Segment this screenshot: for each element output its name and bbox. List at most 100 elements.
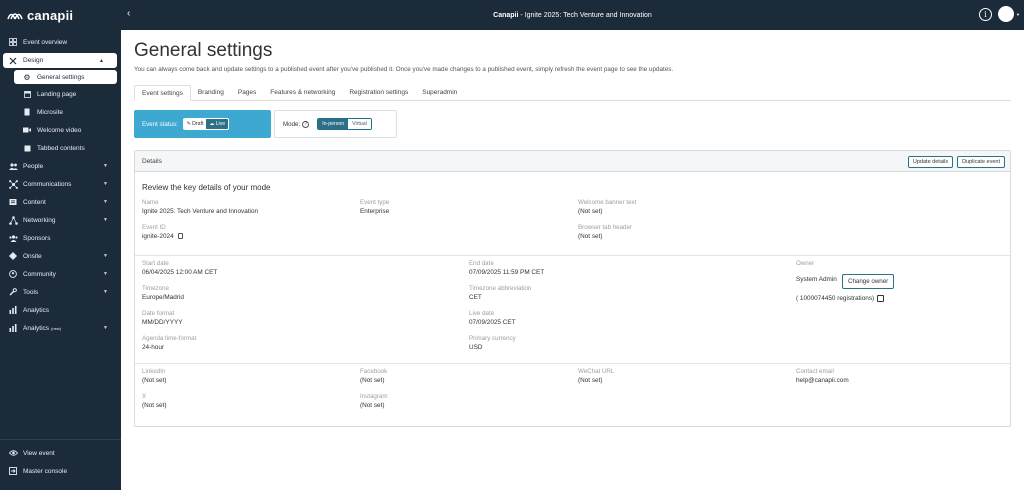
sidebar-item-event-overview[interactable]: Event overview [0, 33, 121, 51]
linkedin-label: LinkedIn [142, 368, 166, 375]
contact-email-field: Contact email help@canapii.com [796, 368, 849, 384]
sidebar-item-label: Tabbed contents [37, 144, 85, 152]
sidebar-item-label: Tools [23, 288, 39, 296]
sidebar-item-analytics[interactable]: Analytics [0, 301, 121, 319]
avatar[interactable] [998, 6, 1014, 22]
duplicate-event-button[interactable]: Duplicate event [957, 156, 1005, 168]
event-id-field: Event ID ignite-2024 [142, 224, 183, 240]
page-title: General settings [134, 40, 273, 61]
wechat-field: WeChat URL (Not set) [578, 368, 614, 384]
chevron-down-icon: ▼ [103, 271, 108, 277]
tab-event-settings[interactable]: Event settings [134, 85, 191, 101]
event-name: Ignite 2025: Tech Venture and Innovation [524, 11, 652, 19]
date-format-value: MM/DD/YYYY [142, 319, 183, 326]
sidebar-item-label: Microsite [37, 108, 64, 116]
view-event-link[interactable]: View event [0, 444, 121, 462]
wechat-value: (Not set) [578, 377, 603, 384]
chevron-down-icon: ▼ [103, 163, 108, 169]
eye-icon [8, 448, 18, 458]
page-intro: You can always come back and update sett… [134, 66, 674, 73]
sidebar-item-networking[interactable]: Networking ▼ [0, 211, 121, 229]
tab-registration-settings[interactable]: Registration settings [342, 85, 415, 100]
sidebar-item-label: General settings [37, 73, 85, 81]
name-label: Name [142, 199, 159, 206]
copy-icon[interactable] [177, 233, 183, 240]
sidebar-item-general-settings[interactable]: ⚙ General settings [14, 70, 117, 84]
start-date-value: 06/04/2025 12:00 AM CET [142, 269, 218, 276]
video-icon [22, 125, 32, 135]
live-date-label: Live date [469, 310, 495, 317]
sidebar-item-content[interactable]: Content ▼ [0, 193, 121, 211]
tab-superadmin[interactable]: Superadmin [415, 85, 464, 100]
registrations-count: ( 1000074450 registrations) [796, 295, 875, 303]
welcome-banner-label: Welcome banner text [578, 199, 637, 206]
brand-name: canapii [27, 7, 74, 23]
sidebar-item-people[interactable]: People ▼ [0, 157, 121, 175]
app-name: Canapii [493, 11, 519, 19]
details-title: Details [142, 157, 162, 165]
sidebar-item-tabbed-contents[interactable]: Tabbed contents [0, 139, 121, 157]
sidebar-nav: Event overview Design ▲ ⚙ General settin… [0, 33, 121, 337]
event-status-label: Event status: [142, 120, 178, 128]
sidebar-item-communications[interactable]: Communications ▼ [0, 175, 121, 193]
info-icon[interactable]: i [979, 8, 992, 21]
chevron-down-icon: ▼ [103, 199, 108, 205]
event-type-value: Enterprise [360, 208, 390, 215]
gear-icon: ⚙ [23, 72, 31, 82]
tab-pages[interactable]: Pages [231, 85, 263, 100]
in-person-option[interactable]: In-person [318, 119, 349, 129]
document-icon [22, 107, 32, 117]
network-icon [8, 179, 18, 189]
facebook-label: Facebook [360, 368, 388, 375]
sidebar-item-landing-page[interactable]: Landing page [0, 85, 121, 103]
chevron-down-icon[interactable]: ▼ [1016, 12, 1020, 17]
event-status-toggle: ✎ Draft ☁ Live [182, 118, 230, 130]
live-option[interactable]: ☁ Live [206, 119, 229, 129]
master-console-link[interactable]: Master console [0, 462, 121, 480]
date-format-field: Date format MM/DD/YYYY [142, 310, 182, 326]
name-field: Name Ignite 2025: Tech Venture and Innov… [142, 199, 258, 215]
change-owner-button[interactable]: Change owner [842, 274, 895, 289]
chevron-down-icon: ▼ [103, 253, 108, 259]
live-label: Live [215, 121, 226, 127]
x-field: X (Not set) [142, 393, 167, 409]
sidebar-item-community[interactable]: Community ▼ [0, 265, 121, 283]
brand-logo[interactable]: canapii [0, 0, 121, 30]
help-icon[interactable]: ? [302, 120, 310, 128]
edit-icon[interactable] [877, 295, 885, 302]
registrations-field: ( 1000074450 registrations) [796, 295, 885, 303]
update-details-button[interactable]: Update details [907, 156, 954, 168]
sidebar-item-sponsors[interactable]: Sponsors [0, 229, 121, 247]
sidebar-item-label: Networking [23, 216, 56, 224]
draft-option[interactable]: ✎ Draft [183, 119, 207, 129]
sidebar-item-microsite[interactable]: Microsite [0, 103, 121, 121]
design-icon [8, 56, 18, 66]
start-date-label: Start date [142, 260, 169, 267]
view-event-label: View event [23, 449, 55, 457]
timezone-abbrev-label: Timezone abbreviation [469, 285, 532, 292]
sidebar-item-analytics-new[interactable]: Analytics (new) ▼ [0, 319, 121, 337]
contact-email-label: Contact email [796, 368, 834, 375]
sidebar-item-design[interactable]: Design ▲ [3, 53, 117, 68]
analytics-icon [8, 323, 18, 333]
chevron-left-icon[interactable]: ‹ [127, 8, 130, 19]
divider [135, 363, 1010, 364]
tab-branding[interactable]: Branding [191, 85, 231, 100]
virtual-option[interactable]: Virtual [348, 119, 371, 129]
chevron-down-icon: ▼ [103, 181, 108, 187]
browser-tab-label: Browser tab header [578, 224, 632, 231]
sidebar-item-label: Community [23, 270, 56, 278]
sidebar-item-label: Sponsors [23, 234, 51, 242]
end-date-field: End date 07/09/2025 11:59 PM CET [469, 260, 544, 276]
tab-features-networking[interactable]: Features & networking [263, 85, 342, 100]
sidebar-item-label: Analytics [23, 324, 50, 332]
currency-field: Primary currency USD [469, 335, 516, 351]
event-type-field: Event type Enterprise [360, 199, 389, 215]
event-id-value: ignite-2024 [142, 233, 174, 240]
sidebar-item-tools[interactable]: Tools ▼ [0, 283, 121, 301]
event-status-box: Event status: ✎ Draft ☁ Live [134, 110, 271, 138]
sidebar-item-onsite[interactable]: Onsite ▼ [0, 247, 121, 265]
landing-icon [22, 89, 32, 99]
sidebar-item-welcome-video[interactable]: Welcome video [0, 121, 121, 139]
timezone-abbrev-value: CET [469, 294, 482, 301]
